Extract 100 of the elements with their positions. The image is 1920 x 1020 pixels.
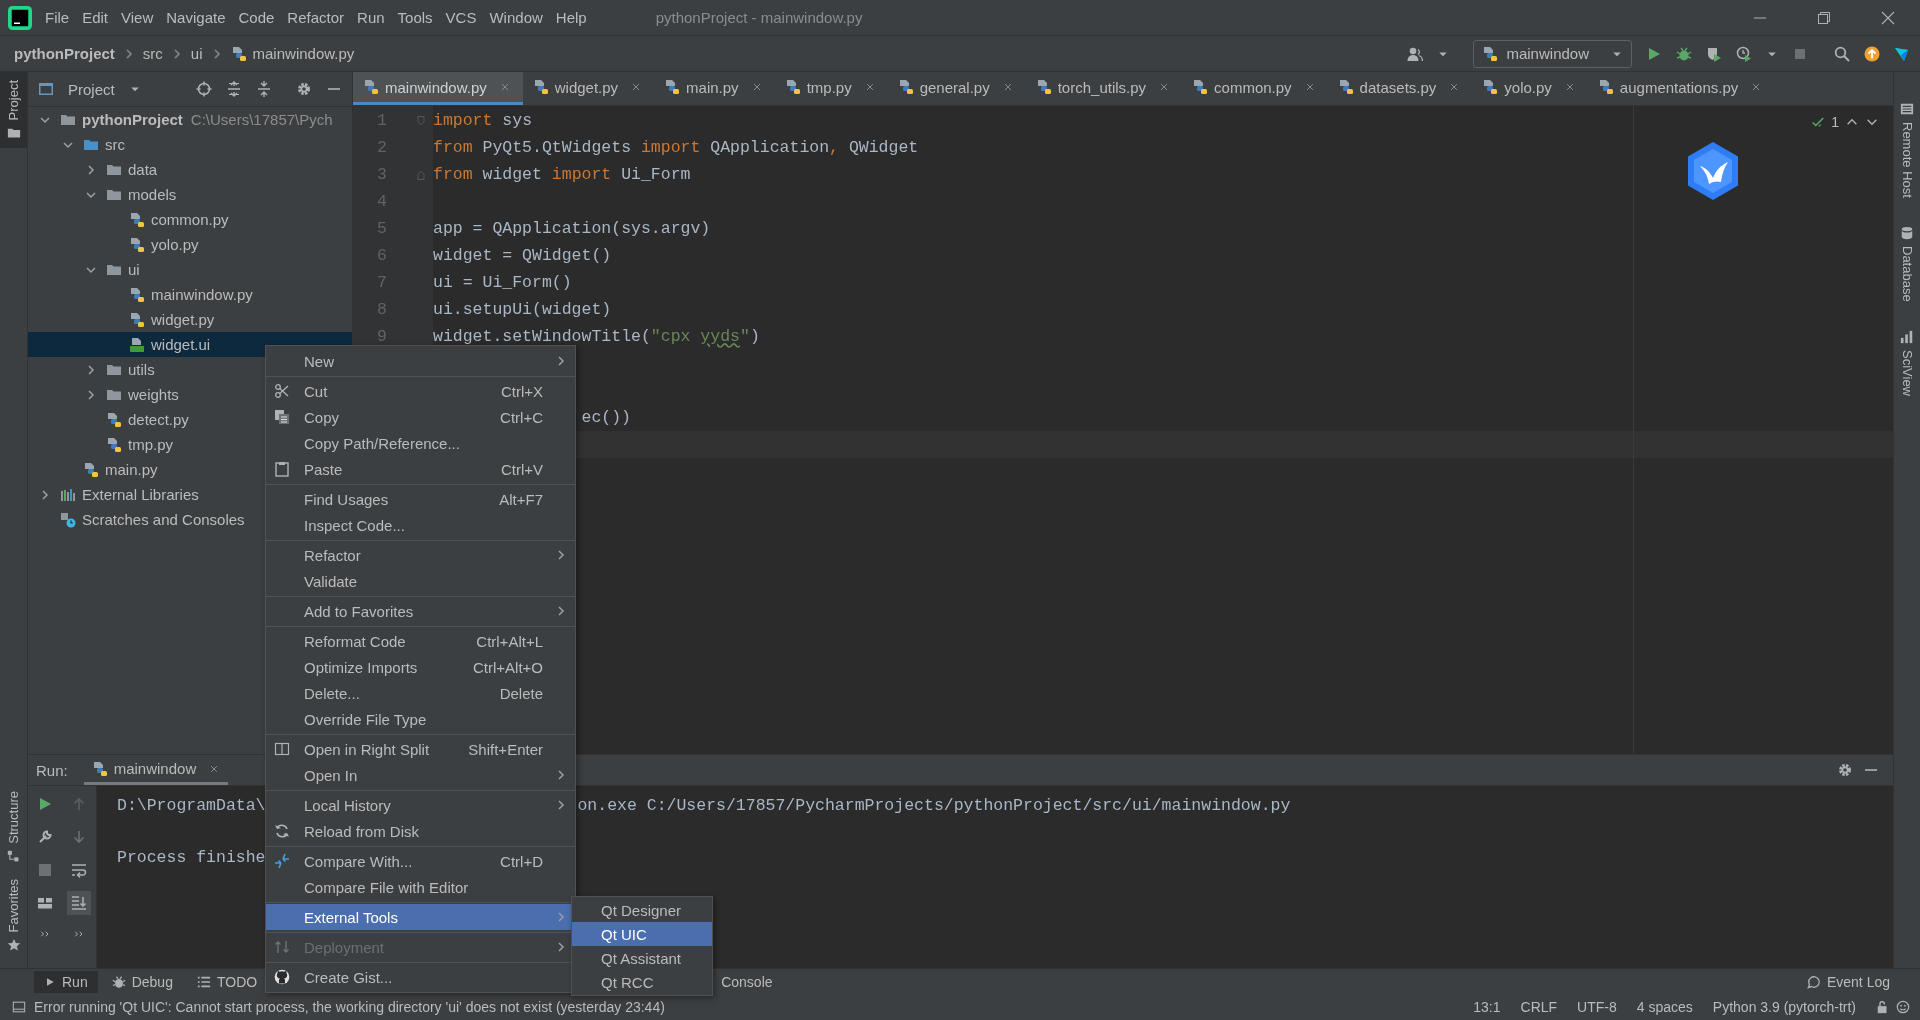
layout-icon[interactable] [37,895,53,911]
menu-item[interactable]: Local History [266,792,575,818]
tool-window-tab[interactable]: Remote Host [1899,102,1915,198]
tool-window-tab[interactable]: Project [0,72,27,149]
fold-marker-icon[interactable] [415,114,427,127]
toolbox-logo-icon[interactable] [1894,45,1910,62]
tree-item[interactable]: data [28,157,352,182]
editor-tab[interactable]: tmp.py [774,72,888,105]
menu-item[interactable]: Open in Right Split Shift+Enter [266,736,575,762]
run-icon[interactable] [1646,45,1662,62]
tool-window-tab[interactable]: Debug [101,970,183,993]
editor-tab[interactable]: torch_utils.py [1025,72,1183,105]
menu-item[interactable]: Edit [82,9,109,26]
menu-item[interactable]: VCS [445,9,477,26]
status-message[interactable]: Error running 'Qt UIC': Cannot start process, the working directory 'ui' does not exist (yesterday 23:44) [34,999,665,1015]
status-widget[interactable]: Python 3.9 (pytorch-trt) [1712,999,1856,1015]
crosshair-icon[interactable] [196,81,212,97]
stop-icon[interactable] [37,862,53,878]
search-icon[interactable] [1834,45,1850,62]
menu-item[interactable]: Code [238,9,275,26]
editor-tab[interactable]: common.py [1182,72,1328,105]
editor-tab[interactable]: augmentations.py [1587,72,1775,105]
breadcrumb-item[interactable]: src [142,45,163,62]
menu-item[interactable]: View [121,9,154,26]
editor-tab[interactable]: main.py [654,72,775,105]
menu-item[interactable]: Qt UIC [572,922,712,946]
panel-title[interactable]: Project [68,80,115,98]
menu-item[interactable]: Compare File with Editor [266,874,575,900]
tool-window-tab[interactable]: Event Log [1796,970,1900,993]
tree-item[interactable]: yolo.py [28,232,352,257]
tool-window-tab[interactable]: Console [719,970,783,993]
editor-tab[interactable]: mainwindow.py [353,72,523,105]
users-icon[interactable] [1407,45,1424,62]
status-widget[interactable]: UTF-8 [1577,999,1617,1015]
editor-tab[interactable]: widget.py [522,72,655,105]
tool-window-tab[interactable]: Favorites [0,870,27,960]
tree-item[interactable]: common.py [28,207,352,232]
tool-window-tab[interactable]: Structure [0,782,27,871]
menu-item[interactable]: Cut Ctrl+X [266,378,575,404]
settings-icon[interactable] [296,81,312,97]
menu-item[interactable]: Delete... Delete [266,680,575,706]
menu-item[interactable]: Inspect Code... [266,512,575,538]
menu-item[interactable]: Run [357,9,385,26]
tree-item[interactable]: mainwindow.py [28,282,352,307]
menu-item[interactable]: Open In [266,762,575,788]
coverage-icon[interactable] [1706,45,1722,62]
status-widget[interactable]: CRLF [1520,999,1558,1015]
lock-icon[interactable] [1876,1000,1890,1014]
fold-marker-icon[interactable] [415,168,427,181]
panel-toggle-icon[interactable] [12,1000,26,1014]
soft-wrap-icon[interactable] [71,862,87,878]
menu-item[interactable]: Window [489,9,543,26]
profile-icon[interactable] [1736,45,1752,62]
tree-item[interactable]: ui [28,257,352,282]
tree-item[interactable]: src [28,132,352,157]
inspection-count[interactable]: 1 [1831,114,1839,130]
status-widget[interactable]: 13:1 [1473,999,1501,1015]
menu-item[interactable]: File [45,9,70,26]
menu-item[interactable]: Refactor [287,9,345,26]
breadcrumb-item[interactable]: ui [190,45,203,62]
menu-item[interactable]: Navigate [166,9,226,26]
editor-tab[interactable]: yolo.py [1472,72,1588,105]
update-icon[interactable] [1864,45,1880,62]
menu-item[interactable]: Paste Ctrl+V [266,456,575,482]
status-widget[interactable]: 4 spaces [1636,999,1693,1015]
menu-item[interactable]: Refactor [266,542,575,568]
menu-item[interactable]: Help [555,9,587,26]
menu-item[interactable]: Copy Path/Reference... [266,430,575,456]
run-configuration-dropdown[interactable]: mainwindow [1473,39,1632,68]
debug-icon[interactable] [1676,45,1692,62]
menu-item[interactable]: Override File Type [266,706,575,732]
tree-item[interactable]: pythonProject C:\Users\17857\Pych [28,107,352,132]
editor-tab[interactable]: general.py [887,72,1026,105]
smiley-icon[interactable] [1896,1000,1910,1014]
tool-window-tab[interactable]: Run [34,970,98,993]
menu-item[interactable]: Create Gist... [266,964,575,990]
menu-item[interactable]: Optimize Imports Ctrl+Alt+O [266,654,575,680]
rerun-icon[interactable] [37,796,53,812]
collapse-all-icon[interactable] [256,81,272,97]
menu-item[interactable]: Reformat Code Ctrl+Alt+L [266,628,575,654]
menu-item[interactable]: Find Usages Alt+F7 [266,486,575,512]
arrow-down-icon[interactable] [71,829,87,845]
menu-item[interactable]: Reload from Disk [266,818,575,844]
breadcrumb-item[interactable]: pythonProject [14,45,115,62]
tool-window-tab[interactable]: TODO [186,970,268,993]
menu-item[interactable]: Validate [266,568,575,594]
wrench-icon[interactable] [37,829,53,845]
tree-item[interactable]: widget.py [28,307,352,332]
settings-icon[interactable] [1837,762,1853,778]
tool-window-tab[interactable]: SciView [1899,329,1915,396]
tree-item[interactable]: models [28,182,352,207]
menu-item[interactable]: Tools [397,9,433,26]
menu-item[interactable]: Qt Assistant [572,946,712,970]
editor-tab[interactable]: datasets.py [1327,72,1473,105]
tool-window-tab[interactable]: Database [1899,225,1915,302]
menu-item[interactable]: Compare With... Ctrl+D [266,848,575,874]
menu-item[interactable]: Qt RCC [572,970,712,994]
menu-item[interactable]: Copy Ctrl+C [266,404,575,430]
breadcrumb-item[interactable]: mainwindow.py [252,45,355,62]
expand-all-icon[interactable] [226,81,242,97]
